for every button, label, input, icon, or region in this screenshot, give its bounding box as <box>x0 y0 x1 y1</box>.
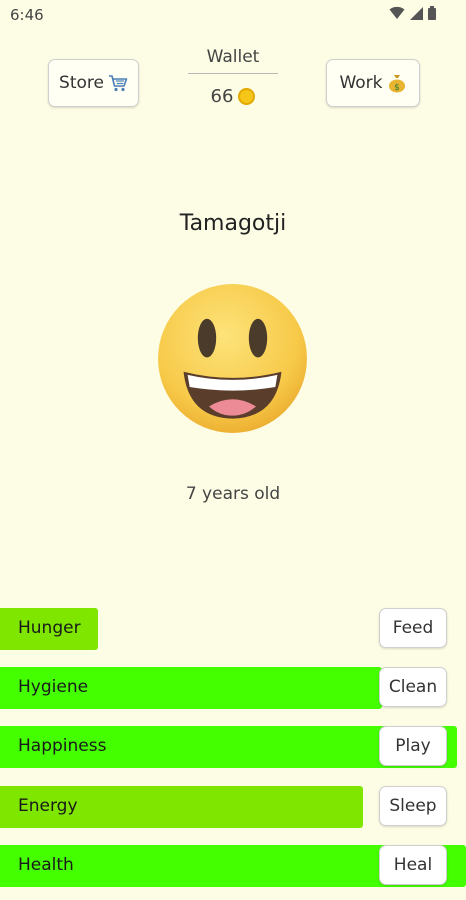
pet-name: Tamagotji <box>179 211 287 236</box>
status-icons <box>389 6 436 20</box>
status-time: 6:46 <box>10 6 44 24</box>
stat-row-health: Health Heal <box>0 845 466 887</box>
money-bag-icon: $ <box>388 75 405 93</box>
happiness-label: Happiness <box>18 736 107 756</box>
stat-row-hunger: Hunger Feed <box>0 608 466 650</box>
wifi-icon <box>389 6 405 19</box>
work-button-label: Work <box>339 73 383 93</box>
store-button-label: Store <box>59 73 104 93</box>
pet-age: 7 years old <box>185 484 281 504</box>
wallet-amount-row: 66 <box>188 86 278 107</box>
grinning-face-icon <box>158 284 307 433</box>
status-bar: 6:46 <box>0 0 466 30</box>
health-label: Health <box>18 855 74 875</box>
signal-icon <box>410 6 423 20</box>
sleep-button[interactable]: Sleep <box>379 786 447 826</box>
stat-row-hygiene: Hygiene Clean <box>0 667 466 709</box>
clean-button[interactable]: Clean <box>379 667 447 707</box>
play-button[interactable]: Play <box>379 726 447 766</box>
svg-text:$: $ <box>394 83 400 93</box>
wallet-amount: 66 <box>210 86 234 107</box>
wallet: Wallet 66 <box>188 47 278 107</box>
store-button[interactable]: Store <box>48 59 139 107</box>
stat-row-energy: Energy Sleep <box>0 786 466 828</box>
heal-button[interactable]: Heal <box>379 845 447 885</box>
hunger-label: Hunger <box>18 618 81 638</box>
feed-button[interactable]: Feed <box>379 608 447 648</box>
coin-icon <box>238 88 256 105</box>
battery-icon <box>428 6 436 20</box>
work-button[interactable]: Work $ <box>326 59 420 107</box>
hygiene-label: Hygiene <box>18 677 89 697</box>
cart-icon <box>108 75 128 92</box>
wallet-title: Wallet <box>188 47 278 74</box>
stat-row-happiness: Happiness Play <box>0 726 466 768</box>
energy-label: Energy <box>18 796 78 816</box>
